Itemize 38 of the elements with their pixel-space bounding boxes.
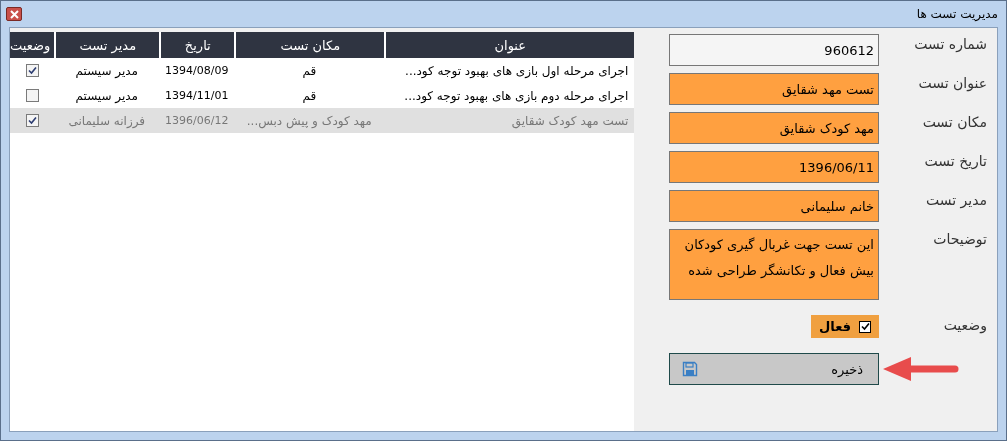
table-cell-text: فرزانه سلیمانی xyxy=(67,113,147,128)
close-icon xyxy=(9,9,19,19)
input-field[interactable]: مهد کودک شقایق xyxy=(669,112,879,144)
field-label: مدیر تست xyxy=(924,191,987,211)
table-cell-text: اجرای مرحله اول بازی های بهبود توجه کود... xyxy=(404,63,630,78)
description-field[interactable]: این تست جهت غربال گیری کودکان بیش فعال و تکانشگر طراحی شده xyxy=(669,229,879,300)
table-cell-text: 1394/11/01 xyxy=(164,89,230,102)
input-field[interactable]: تست مهد شقایق xyxy=(669,73,879,105)
status-checkbox[interactable] xyxy=(25,64,39,77)
table-cell-text: مهد کودک و پیش دبس... xyxy=(245,113,373,128)
active-checkbox[interactable]: فعال xyxy=(811,315,879,338)
field-label: تاریخ تست xyxy=(923,152,987,172)
status-checkbox[interactable] xyxy=(25,89,39,102)
window-title: مدیریت تست ها xyxy=(916,7,998,21)
field-label: توضیحات xyxy=(932,230,987,250)
input-field[interactable]: 1396/06/11 xyxy=(669,151,879,183)
check-icon xyxy=(860,322,870,331)
table-cell-text: 1396/06/12 xyxy=(164,114,230,127)
input-field[interactable]: 960612 xyxy=(669,34,879,66)
field-label: وضعیت xyxy=(942,316,987,336)
field-label: شماره تست xyxy=(913,35,987,55)
save-icon xyxy=(682,361,698,377)
table-cell-text: مدیر سیستم xyxy=(74,88,140,103)
column-header[interactable]: وضعیت xyxy=(10,32,55,58)
table-cell-text: قم xyxy=(301,63,318,78)
field-label: مکان تست xyxy=(921,113,987,132)
table-cell-text: مدیر سیستم xyxy=(74,63,140,78)
input-field[interactable]: خانم سلیمانی xyxy=(669,190,879,222)
close-button[interactable] xyxy=(6,7,22,21)
status-checkbox[interactable] xyxy=(25,114,39,127)
save-button[interactable]: ذخیره xyxy=(669,353,879,385)
table-cell-text: 1394/08/09 xyxy=(164,64,230,77)
table-cell-text: تست مهد کودک شقایق xyxy=(510,113,630,128)
check-icon xyxy=(27,116,37,125)
field-label: عنوان تست xyxy=(917,74,987,94)
table-cell-text: اجرای مرحله دوم بازی های بهبود توجه کود... xyxy=(403,88,630,103)
check-icon xyxy=(27,66,37,75)
table-cell-text: قم xyxy=(301,88,318,103)
